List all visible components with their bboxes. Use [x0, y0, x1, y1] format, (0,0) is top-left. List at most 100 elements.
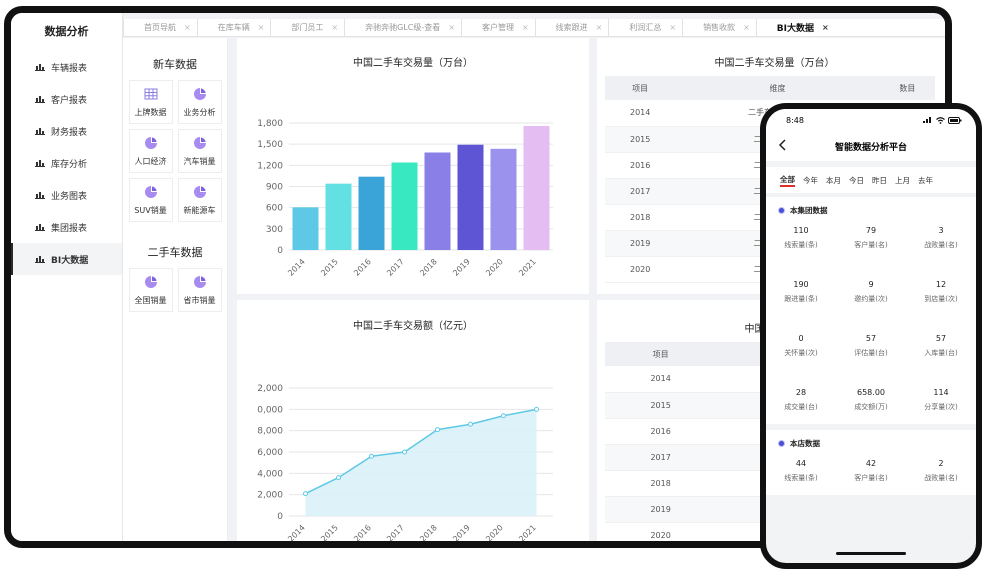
x-tick-label: 2021	[517, 257, 538, 278]
tab-label: BI大数据	[776, 24, 814, 34]
bar[interactable]	[523, 125, 550, 250]
category-item[interactable]: 上牌数据	[128, 80, 173, 124]
bar[interactable]	[457, 144, 484, 250]
tab[interactable]: 部门员工 ×	[270, 19, 344, 36]
category-item[interactable]: 新能源车	[177, 178, 222, 222]
tab[interactable]: 客户管理 ×	[460, 19, 535, 36]
stat-item[interactable]: 12 到店量(次)	[906, 280, 976, 304]
phone-time: 8:48	[786, 115, 804, 125]
bar-chart-icon	[35, 160, 45, 167]
filter-tab[interactable]: 上月	[895, 175, 910, 186]
data-point[interactable]	[369, 453, 374, 459]
bar-chart-icon	[35, 64, 45, 71]
group-data-section: 本集团数据 110 线索量(条) 79 客户量(名) 3 战败量(名) 190 跟进量(条) 9…	[766, 197, 976, 424]
stat-item[interactable]: 79 客户量(名)	[836, 226, 906, 250]
filter-tab[interactable]: 本月	[826, 175, 841, 186]
store-section-title: 本店数据	[790, 439, 820, 448]
data-point[interactable]	[303, 491, 308, 497]
column-header: 项目	[605, 76, 676, 100]
sidebar-item[interactable]: 集团报表	[11, 211, 122, 243]
bar[interactable]	[424, 152, 451, 250]
bar[interactable]	[358, 176, 385, 250]
tab[interactable]: 首页导航 ×	[123, 19, 197, 36]
sidebar-item[interactable]: BI大数据	[11, 243, 122, 275]
bar[interactable]	[292, 207, 319, 250]
status-icons	[923, 116, 962, 124]
phone-title: 智能数据分析平台	[834, 142, 907, 153]
close-icon[interactable]: ×	[184, 23, 191, 32]
data-point[interactable]	[468, 421, 473, 427]
data-point[interactable]	[501, 413, 506, 419]
close-icon[interactable]: ×	[258, 23, 265, 32]
x-tick-label: 2021	[517, 523, 538, 544]
y-tick-label: 300	[266, 225, 283, 235]
stat-item[interactable]: 3 战败量(名)	[906, 226, 976, 250]
sidebar-item[interactable]: 业务图表	[11, 179, 122, 211]
pie-icon	[193, 275, 206, 288]
filter-tab[interactable]: 今日	[849, 175, 864, 186]
close-icon[interactable]: ×	[669, 23, 676, 32]
bar[interactable]	[391, 162, 418, 250]
data-point[interactable]	[402, 449, 407, 455]
y-tick-label: 900	[266, 183, 283, 193]
stat-value: 57	[865, 334, 877, 343]
stat-item[interactable]: 114 分享量(次)	[906, 388, 976, 412]
category-item[interactable]: 汽车销量	[177, 129, 222, 173]
wifi-icon	[936, 116, 945, 124]
bar[interactable]	[325, 183, 352, 250]
tab[interactable]: BI大数据 ×	[755, 19, 835, 36]
stat-value: 28	[795, 388, 807, 397]
filter-tab[interactable]: 今年	[803, 175, 818, 186]
stat-label: 评估量(台)	[854, 349, 888, 357]
category-item[interactable]: 人口经济	[128, 129, 173, 173]
table1-title: 中国二手车交易量（万台）	[714, 58, 835, 69]
stat-item[interactable]: 658.00 成交额(万)	[836, 388, 906, 412]
data-point[interactable]	[534, 406, 539, 412]
filter-tab[interactable]: 昨日	[872, 175, 887, 186]
bar-chart-icon	[35, 256, 45, 263]
close-icon[interactable]: ×	[822, 23, 829, 32]
stat-item[interactable]: 110 线索量(条)	[766, 226, 836, 250]
stat-item[interactable]: 2 战败量(名)	[906, 459, 976, 483]
stat-item[interactable]: 190 跟进量(条)	[766, 280, 836, 304]
tab[interactable]: 奔驰奔驰GLC级-查看 ×	[344, 19, 461, 36]
data-point[interactable]	[435, 427, 440, 433]
close-icon[interactable]: ×	[522, 23, 529, 32]
filter-tab[interactable]: 去年	[918, 175, 933, 186]
category-item[interactable]: 全国销量	[128, 268, 173, 312]
close-icon[interactable]: ×	[596, 23, 603, 32]
category-label: 汽车销量	[183, 156, 216, 166]
category-item[interactable]: SUV销量	[128, 178, 173, 222]
sidebar-item-label: 车辆报表	[51, 63, 88, 74]
pie-icon	[193, 136, 206, 149]
stat-item[interactable]: 57 入库量(台)	[906, 334, 976, 358]
back-arrow-icon[interactable]	[778, 138, 788, 152]
stat-value: 2	[938, 459, 944, 468]
sidebar-item[interactable]: 客户报表	[11, 83, 122, 115]
tab[interactable]: 在库车辆 ×	[196, 19, 271, 36]
bar[interactable]	[490, 148, 517, 250]
sidebar-item[interactable]: 财务报表	[11, 115, 122, 147]
battery-icon	[948, 116, 962, 124]
filter-tab[interactable]: 全部	[780, 174, 795, 187]
tab[interactable]: 线索跟进 ×	[534, 19, 609, 36]
category-item[interactable]: 省市销量	[177, 268, 222, 312]
stat-item[interactable]: 28 成交量(台)	[766, 388, 836, 412]
tab[interactable]: 利润汇总 ×	[608, 19, 682, 36]
close-icon[interactable]: ×	[448, 23, 455, 32]
stat-item[interactable]: 42 客户量(名)	[836, 459, 906, 483]
stat-item[interactable]: 9 邀约量(次)	[836, 280, 906, 304]
tab[interactable]: 销售收款 ×	[682, 19, 756, 36]
stat-item[interactable]: 44 线索量(条)	[766, 459, 836, 483]
stat-item[interactable]: 57 评估量(台)	[836, 334, 906, 358]
sidebar-item[interactable]: 库存分析	[11, 147, 122, 179]
category-item[interactable]: 业务分析	[177, 80, 222, 124]
close-icon[interactable]: ×	[743, 23, 750, 32]
close-icon[interactable]: ×	[331, 23, 338, 32]
stat-item[interactable]: 0 关怀量(次)	[766, 334, 836, 358]
sidebar: 数据分析 车辆报表 客户报表 财务报表 库存分析 业务图表 集团报表 BI大数据	[11, 13, 123, 541]
pie-icon	[144, 275, 157, 288]
sidebar-item-label: 业务图表	[51, 191, 88, 202]
sidebar-item[interactable]: 车辆报表	[11, 51, 122, 83]
data-point[interactable]	[336, 475, 341, 481]
